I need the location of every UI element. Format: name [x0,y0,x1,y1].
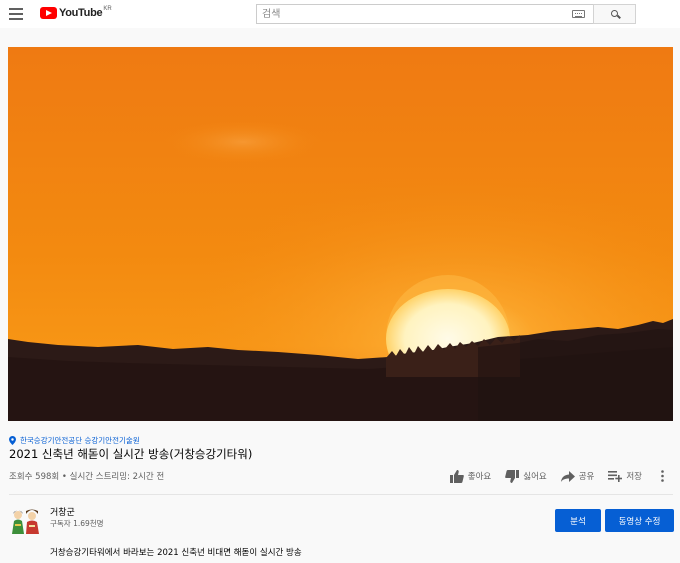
keyboard-icon[interactable] [572,10,585,18]
playlist-add-icon [608,470,623,482]
dislike-button[interactable]: 싫어요 [505,469,547,483]
subscriber-count: 구독자 1.69천명 [50,519,104,528]
sunrise-video-frame [8,47,673,421]
location-pin-icon [9,436,16,445]
video-player[interactable] [8,47,673,421]
search-input[interactable] [257,5,572,23]
search-box [256,4,636,24]
edit-video-button[interactable]: 동영상 수정 [605,509,674,532]
dislike-label: 싫어요 [523,472,547,482]
search-button[interactable] [593,4,636,24]
video-title: 2021 신축년 해돋이 실시간 방송(거창승강기타워) [9,447,253,461]
menu-icon[interactable] [9,8,23,20]
save-label: 저장 [626,472,642,482]
channel-name[interactable]: 거창군 [50,507,104,519]
video-location[interactable]: 한국승강기안전공단 승강기안전기술원 [9,435,140,446]
masthead: YouTube KR [0,0,680,28]
like-button[interactable]: 좋아요 [449,469,492,483]
logo-region: KR [103,6,112,12]
logo-text: YouTube [59,7,103,19]
save-button[interactable]: 저장 [608,470,642,482]
share-button[interactable]: 공유 [560,470,595,482]
share-icon [560,470,575,482]
like-label: 좋아요 [467,472,492,482]
share-label: 공유 [578,472,595,482]
channel-owner: 거창군 구독자 1.69천명 [9,507,104,535]
thumbs-up-icon [449,469,464,483]
video-actions: 좋아요 싫어요 공유 저장 [436,467,668,485]
channel-info: 거창군 구독자 1.69천명 [50,507,104,535]
play-icon [40,7,57,19]
location-label: 한국승강기안전공단 승강기안전기술원 [20,436,140,445]
channel-avatar[interactable] [9,507,41,535]
video-meta: 조회수 598회 • 실시간 스트리밍: 2시간 전 [9,472,165,482]
analytics-button[interactable]: 분석 [555,509,601,532]
more-actions-button[interactable] [656,470,668,482]
divider [9,494,673,495]
thumbs-down-icon [505,469,520,483]
youtube-logo[interactable]: YouTube KR [40,6,112,19]
more-vert-icon [660,470,664,482]
video-description: 거창승강기타워에서 바라보는 2021 신축년 비대면 해돋이 실시간 방송 [50,548,302,558]
